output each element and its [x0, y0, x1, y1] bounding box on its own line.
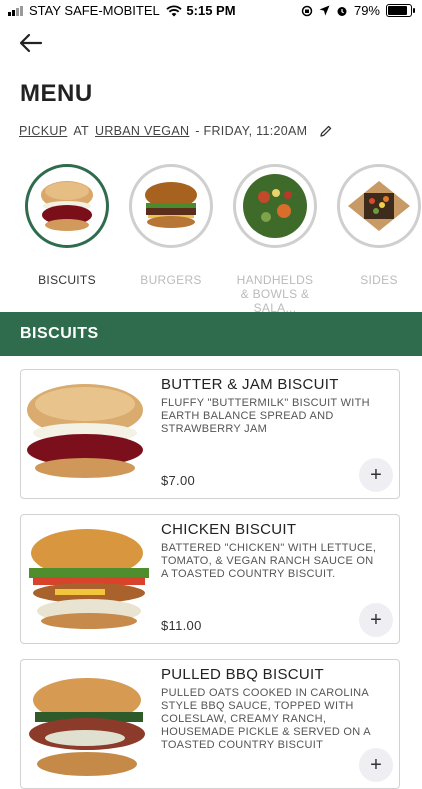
sides-image [337, 164, 421, 248]
signal-icon [8, 5, 23, 16]
category-label: SIDES [360, 273, 398, 287]
category-handhelds-bowls[interactable]: HANDHELDS & BOWLS & SALA... [233, 164, 317, 315]
item-price: $7.00 [161, 473, 196, 488]
order-at-text: AT [73, 124, 89, 138]
biscuits-image [25, 164, 109, 248]
alarm-icon [337, 6, 347, 16]
location-link[interactable]: URBAN VEGAN [95, 124, 189, 138]
item-description: PULLED OATS COOKED IN CAROLINA STYLE BBQ… [161, 687, 371, 751]
menu-item-card[interactable]: BUTTER & JAM BISCUIT FLUFFY "BUTTERMILK"… [20, 369, 400, 499]
item-name: PULLED BBQ BISCUIT [161, 666, 324, 683]
status-bar: STAY SAFE-MOBITEL 5:15 PM 79% [0, 0, 422, 24]
rotation-lock-icon [301, 5, 313, 16]
location-icon [319, 5, 330, 16]
category-biscuits[interactable]: BISCUITS [25, 164, 109, 287]
item-description: BATTERED "CHICKEN" WITH LETTUCE, TOMATO,… [161, 542, 377, 580]
category-carousel: BISCUITS BURGERS HANDHELDS & BOWLS & SAL… [25, 164, 422, 315]
add-item-button[interactable]: + [359, 603, 393, 637]
order-time: - FRIDAY, 11:20AM [195, 124, 308, 138]
bowls-image [233, 164, 317, 248]
burgers-image [129, 164, 213, 248]
carrier-name: STAY SAFE-MOBITEL [29, 3, 160, 18]
category-label: BURGERS [140, 273, 202, 287]
battery-icon [386, 4, 415, 17]
item-name: BUTTER & JAM BISCUIT [161, 376, 339, 393]
add-item-button[interactable]: + [359, 748, 393, 782]
item-price: $11.00 [161, 618, 202, 633]
menu-item-card[interactable]: CHICKEN BISCUIT BATTERED "CHICKEN" WITH … [20, 514, 400, 644]
back-arrow-icon[interactable] [18, 30, 44, 56]
wifi-icon [166, 4, 182, 16]
category-label: HANDHELDS & BOWLS & SALA... [236, 273, 314, 315]
add-item-button[interactable]: + [359, 458, 393, 492]
edit-pencil-icon[interactable] [319, 124, 333, 138]
category-sides[interactable]: SIDES [337, 164, 421, 287]
item-image [29, 678, 145, 776]
order-info: PICKUP AT URBAN VEGAN - FRIDAY, 11:20AM [19, 124, 333, 138]
item-description: FLUFFY "BUTTERMILK" BISCUIT WITH EARTH B… [161, 397, 370, 435]
order-mode-link[interactable]: PICKUP [19, 124, 67, 138]
category-burgers[interactable]: BURGERS [129, 164, 213, 287]
page-title: MENU [20, 80, 93, 107]
category-label: BISCUITS [38, 273, 96, 287]
item-image [29, 529, 149, 629]
item-image [27, 384, 143, 478]
item-name: CHICKEN BISCUIT [161, 521, 297, 538]
clock: 5:15 PM [186, 3, 236, 18]
battery-percent: 79% [353, 3, 380, 18]
menu-item-card[interactable]: PULLED BBQ BISCUIT PULLED OATS COOKED IN… [20, 659, 400, 789]
section-header: BISCUITS [0, 312, 422, 356]
